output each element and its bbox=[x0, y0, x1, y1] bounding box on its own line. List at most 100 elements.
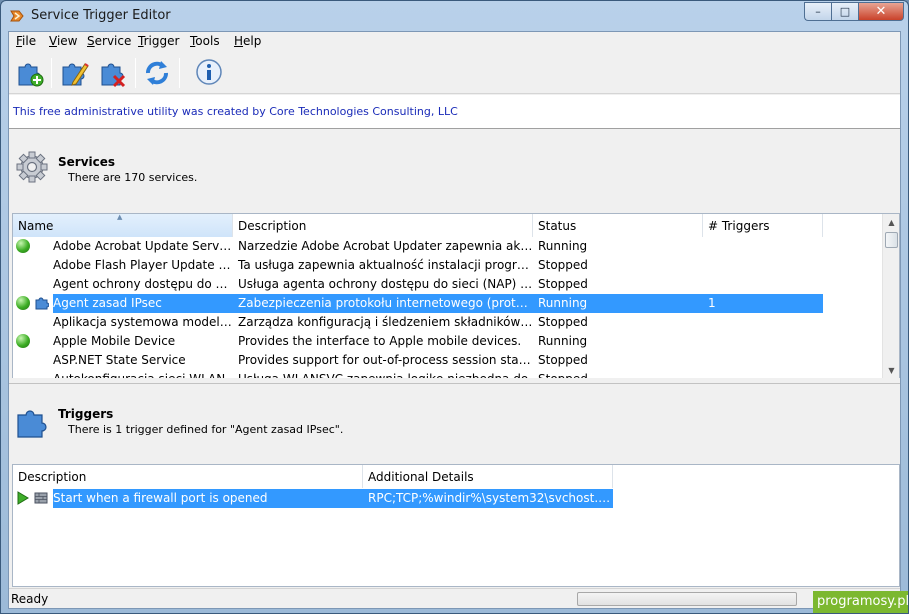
column-name[interactable]: Name ▲ bbox=[13, 214, 233, 237]
window-controls: – □ ✕ bbox=[804, 2, 904, 21]
column-triggers[interactable]: # Triggers bbox=[703, 214, 823, 237]
status-bar: Ready bbox=[9, 588, 900, 608]
info-text: This free administrative utility was cre… bbox=[13, 105, 458, 118]
row-icon-area bbox=[13, 256, 53, 275]
row-content: ASP.NET State Service Provides support fo… bbox=[53, 351, 823, 370]
add-trigger-icon bbox=[18, 63, 44, 87]
close-button[interactable]: ✕ bbox=[858, 2, 904, 21]
service-trigger-count bbox=[703, 332, 823, 351]
row-icon-area bbox=[13, 275, 53, 294]
menu-tools[interactable]: Tools bbox=[190, 34, 220, 48]
service-status: Stopped bbox=[538, 353, 588, 367]
app-icon bbox=[10, 10, 24, 22]
column-additional-details[interactable]: Additional Details bbox=[363, 465, 613, 488]
title-bar[interactable]: Service Trigger Editor – □ ✕ bbox=[1, 1, 908, 31]
service-status: Running bbox=[538, 239, 588, 253]
services-scrollbar[interactable]: ▲ ▼ bbox=[882, 214, 899, 379]
row-icon-area bbox=[13, 313, 53, 332]
menu-bar: File View Service Trigger Tools Help bbox=[9, 32, 900, 52]
add-trigger-button[interactable] bbox=[13, 56, 47, 90]
row-content: Aplikacja systemowa modelu C... Zarządza … bbox=[53, 313, 823, 332]
window-title: Service Trigger Editor bbox=[31, 8, 171, 23]
service-description: Zabezpieczenia protokołu internetowego (… bbox=[238, 296, 533, 310]
puzzle-icon bbox=[17, 410, 47, 438]
trigger-description: Start when a firewall port is opened bbox=[53, 491, 268, 505]
delete-trigger-button[interactable] bbox=[96, 56, 130, 90]
service-description: Ta usługa zapewnia aktualność instalacji… bbox=[238, 258, 533, 272]
triggers-count: There is 1 trigger defined for "Agent za… bbox=[68, 423, 344, 436]
service-status: Stopped bbox=[538, 258, 588, 272]
services-header: Services There are 170 services. bbox=[9, 130, 900, 212]
services-list-header: Name ▲ Description Status # Triggers bbox=[13, 214, 823, 237]
row-content: Adobe Flash Player Update Serv... Ta usłu… bbox=[53, 256, 823, 275]
table-row[interactable]: Agent ochrony dostępu do sieci Usługa age… bbox=[13, 275, 823, 294]
row-content: Agent ochrony dostępu do sieci Usługa age… bbox=[53, 275, 823, 294]
status-text: Ready bbox=[11, 592, 49, 606]
menu-service[interactable]: Service bbox=[87, 34, 131, 48]
scroll-down-icon[interactable]: ▼ bbox=[883, 362, 899, 379]
service-description: Zarządza konfiguracją i śledzeniem skład… bbox=[238, 315, 533, 329]
column-description[interactable]: Description bbox=[233, 214, 533, 237]
service-status: Running bbox=[538, 334, 588, 348]
running-status-icon bbox=[16, 296, 30, 310]
row-content: Apple Mobile Device Provides the interfac… bbox=[53, 332, 823, 351]
table-row[interactable]: Adobe Flash Player Update Serv... Ta usłu… bbox=[13, 256, 823, 275]
row-content: Adobe Acrobat Update Service Narzedzie Ad… bbox=[53, 237, 823, 256]
services-count: There are 170 services. bbox=[68, 171, 198, 184]
about-icon bbox=[196, 59, 222, 85]
service-name: Agent zasad IPsec bbox=[53, 296, 162, 310]
services-title: Services bbox=[58, 155, 116, 169]
service-trigger-count bbox=[703, 256, 823, 275]
triggers-list-header: Description Additional Details bbox=[13, 465, 613, 488]
info-bar: This free administrative utility was cre… bbox=[9, 95, 900, 129]
service-trigger-count bbox=[703, 275, 823, 294]
service-description: Usługa agenta ochrony dostępu do sieci (… bbox=[238, 277, 533, 291]
service-trigger-count: 1 bbox=[708, 296, 716, 310]
table-row[interactable]: Apple Mobile Device Provides the interfac… bbox=[13, 332, 823, 351]
about-button[interactable] bbox=[192, 56, 226, 90]
row-content: Start when a firewall port is opened RPC;… bbox=[53, 489, 613, 508]
running-status-icon bbox=[16, 239, 30, 253]
toolbar-separator bbox=[51, 58, 52, 88]
menu-trigger[interactable]: Trigger bbox=[138, 34, 179, 48]
triggers-header: Triggers There is 1 trigger defined for … bbox=[9, 385, 900, 463]
triggers-list[interactable]: Description Additional Details Start whe… bbox=[12, 464, 900, 587]
toolbar bbox=[9, 52, 900, 94]
toolbar-separator bbox=[135, 58, 136, 88]
service-name: Aplikacja systemowa modelu C... bbox=[53, 315, 233, 329]
refresh-button[interactable] bbox=[140, 56, 174, 90]
splitter[interactable] bbox=[9, 378, 900, 384]
edit-trigger-icon bbox=[62, 63, 89, 86]
client-area: File View Service Trigger Tools Help Thi… bbox=[8, 31, 901, 609]
table-row[interactable]: Adobe Acrobat Update Service Narzedzie Ad… bbox=[13, 237, 823, 256]
table-row[interactable]: ASP.NET State Service Provides support fo… bbox=[13, 351, 823, 370]
start-action-icon bbox=[17, 491, 29, 505]
column-status[interactable]: Status bbox=[533, 214, 703, 237]
triggers-title: Triggers bbox=[58, 407, 114, 421]
sort-ascending-icon: ▲ bbox=[117, 214, 123, 221]
table-row[interactable]: Agent zasad IPsec Zabezpieczenia protokoł… bbox=[13, 294, 823, 313]
service-trigger-count bbox=[703, 313, 823, 332]
scroll-thumb[interactable] bbox=[885, 232, 898, 248]
service-status: Stopped bbox=[538, 315, 588, 329]
service-status: Stopped bbox=[538, 277, 588, 291]
trigger-puzzle-icon bbox=[35, 297, 49, 310]
services-list[interactable]: Name ▲ Description Status # Triggers Ado… bbox=[12, 213, 900, 380]
progress-bar bbox=[577, 592, 797, 606]
menu-file[interactable]: File bbox=[16, 34, 36, 48]
table-row[interactable]: Aplikacja systemowa modelu C... Zarządza … bbox=[13, 313, 823, 332]
menu-view[interactable]: View bbox=[49, 34, 77, 48]
edit-trigger-button[interactable] bbox=[57, 56, 91, 90]
menu-help[interactable]: Help bbox=[234, 34, 261, 48]
scroll-up-icon[interactable]: ▲ bbox=[883, 214, 899, 231]
firewall-icon bbox=[34, 492, 48, 504]
service-name: Adobe Flash Player Update Serv... bbox=[53, 258, 233, 272]
maximize-button[interactable]: □ bbox=[831, 2, 858, 21]
gear-icon bbox=[16, 151, 48, 183]
service-name: Apple Mobile Device bbox=[53, 334, 176, 348]
table-row[interactable]: Start when a firewall port is opened RPC;… bbox=[13, 489, 613, 508]
service-description: Provides the interface to Apple mobile d… bbox=[238, 334, 522, 348]
service-name: Adobe Acrobat Update Service bbox=[53, 239, 233, 253]
minimize-button[interactable]: – bbox=[804, 2, 831, 21]
column-trigger-description[interactable]: Description bbox=[13, 465, 363, 488]
